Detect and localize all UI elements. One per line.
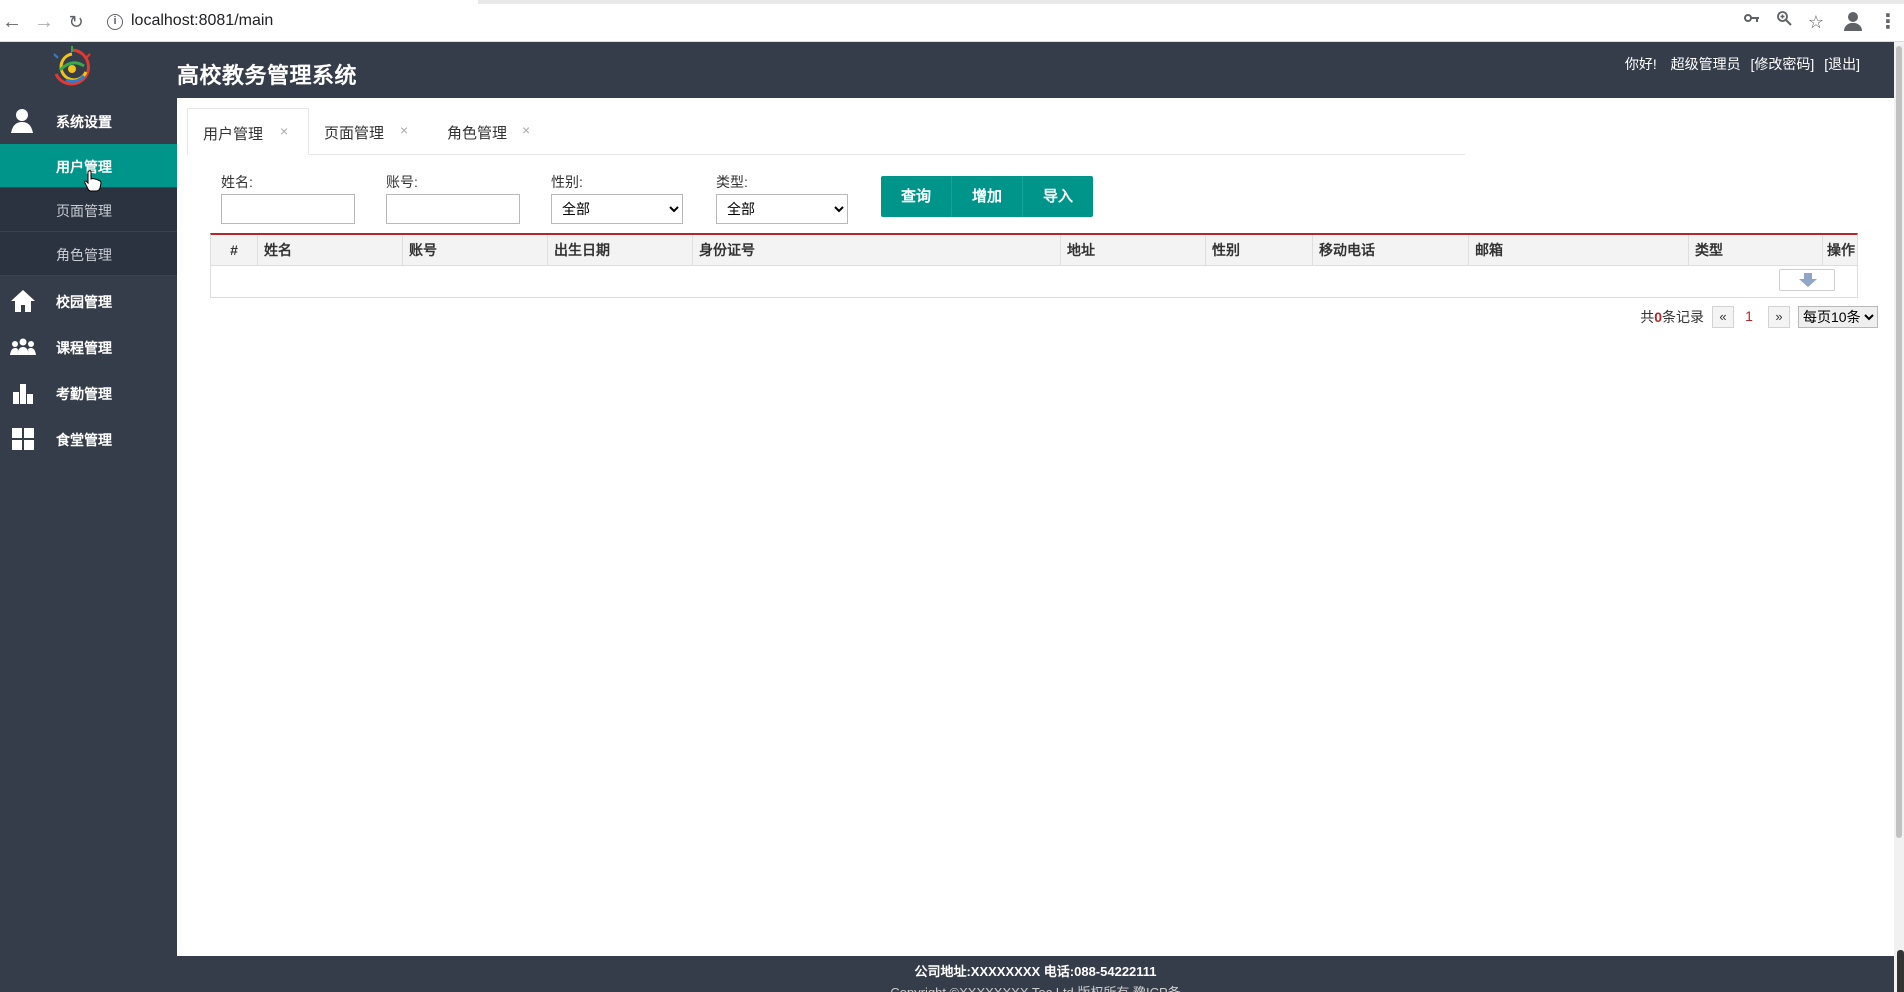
sidebar-group-label: 食堂管理 xyxy=(56,432,112,448)
query-button[interactable]: 查询 xyxy=(881,176,952,217)
pagination: 共0条记录 « 1 » 每页10条 xyxy=(1640,305,1878,329)
sidebar-group-label: 校园管理 xyxy=(56,294,112,310)
sidebar-group-system-settings[interactable]: 系统设置 xyxy=(0,98,177,144)
type-filter: 类型: 全部 xyxy=(716,172,848,224)
prev-page-button[interactable]: « xyxy=(1712,306,1734,328)
column-header-gender: 性别 xyxy=(1205,235,1312,266)
tab-page-management[interactable]: 页面管理 × xyxy=(309,108,429,155)
tab-label: 角色管理 xyxy=(447,125,508,142)
table-header: # 姓名 账号 出生日期 身份证号 地址 性别 移动电话 邮箱 类型 操作 xyxy=(211,235,1857,266)
greeting-text: 你好! xyxy=(1624,56,1657,72)
column-header-birthdate: 出生日期 xyxy=(547,235,692,266)
type-label: 类型: xyxy=(716,174,748,190)
column-header-index: # xyxy=(230,242,238,258)
user-icon xyxy=(10,108,36,134)
site-info-icon[interactable]: i xyxy=(107,14,123,30)
sidebar-group-label: 课程管理 xyxy=(56,340,112,356)
close-icon[interactable]: × xyxy=(522,122,530,138)
current-user: 超级管理员 xyxy=(1670,56,1741,72)
action-buttons: 查询 增加 导入 xyxy=(881,176,1093,217)
sidebar: 系统设置 用户管理 页面管理 角色管理 校园管理 课程管理 考勤管理 食堂管理 xyxy=(0,98,177,992)
browser-tab-strip xyxy=(0,0,1904,4)
down-arrow-icon xyxy=(1799,273,1817,287)
column-header-name: 姓名 xyxy=(257,235,402,266)
close-icon[interactable]: × xyxy=(400,122,408,138)
account-label: 账号: xyxy=(386,174,418,190)
tab-bar: 用户管理 × 页面管理 × 角色管理 × xyxy=(187,108,1465,155)
key-icon[interactable] xyxy=(1740,10,1764,34)
footer: 公司地址:XXXXXXXX 电话:088-54222111 Copyright … xyxy=(177,956,1894,992)
gender-select[interactable]: 全部 xyxy=(551,194,683,224)
record-count-suffix: 条记录 xyxy=(1662,309,1704,325)
user-table: # 姓名 账号 出生日期 身份证号 地址 性别 移动电话 邮箱 类型 操作 xyxy=(210,233,1858,298)
sidebar-item-role-management[interactable]: 角色管理 xyxy=(0,232,177,276)
hand-cursor-icon xyxy=(84,170,102,192)
page-number-1[interactable]: 1 xyxy=(1738,306,1760,328)
tab-label: 页面管理 xyxy=(324,125,385,142)
forward-arrow-icon[interactable]: → xyxy=(32,10,56,34)
address-bar[interactable]: localhost:8081/main xyxy=(131,12,273,30)
footer-copyright: Copyright ©XXXXXXXX Tec Ltd 版权所有 豫ICP备 xyxy=(177,982,1894,992)
change-password-link[interactable]: [修改密码] xyxy=(1751,56,1815,72)
user-bar: 你好! 超级管理员 [修改密码] [退出] xyxy=(1615,54,1860,74)
column-header-mobile: 移动电话 xyxy=(1312,235,1468,266)
column-header-address: 地址 xyxy=(1060,235,1205,266)
sidebar-group-campus[interactable]: 校园管理 xyxy=(0,278,177,324)
logo xyxy=(46,44,98,94)
app-header: 高校教务管理系统 你好! 超级管理员 [修改密码] [退出] xyxy=(0,42,1894,98)
record-count-value: 0 xyxy=(1654,309,1662,325)
close-icon[interactable]: × xyxy=(280,123,288,139)
name-label: 姓名: xyxy=(221,174,253,190)
sidebar-group-canteen[interactable]: 食堂管理 xyxy=(0,416,177,462)
main-content: 用户管理 × 页面管理 × 角色管理 × 姓名: 账号: 性别: 全部 类型: … xyxy=(177,98,1894,956)
zoom-icon[interactable] xyxy=(1772,10,1796,34)
bar-chart-icon xyxy=(10,380,36,406)
name-input[interactable] xyxy=(221,194,355,224)
column-header-type: 类型 xyxy=(1688,235,1822,266)
sidebar-group-attendance[interactable]: 考勤管理 xyxy=(0,370,177,416)
reload-icon[interactable]: ↻ xyxy=(64,10,88,34)
browser-active-tab[interactable] xyxy=(0,0,478,4)
type-select[interactable]: 全部 xyxy=(716,194,848,224)
page-size-select[interactable]: 每页10条 xyxy=(1798,306,1878,328)
column-header-account: 账号 xyxy=(402,235,547,266)
sidebar-item-page-management[interactable]: 页面管理 xyxy=(0,188,177,232)
sidebar-group-label: 考勤管理 xyxy=(56,386,112,402)
logout-link[interactable]: [退出] xyxy=(1824,56,1860,72)
name-filter: 姓名: xyxy=(221,172,355,224)
app-title: 高校教务管理系统 xyxy=(177,63,358,88)
sidebar-item-label: 角色管理 xyxy=(56,247,112,263)
page-scrollbar[interactable] xyxy=(1894,42,1904,992)
profile-icon[interactable] xyxy=(1843,10,1867,34)
browser-toolbar: ← → ↻ i localhost:8081/main ☆ ⋮ xyxy=(0,0,1904,42)
sidebar-group-course[interactable]: 课程管理 xyxy=(0,324,177,370)
back-arrow-icon[interactable]: ← xyxy=(0,10,24,34)
column-header-id-number: 身份证号 xyxy=(692,235,1060,266)
column-header-actions: 操作 xyxy=(1822,235,1857,266)
home-icon xyxy=(10,288,36,314)
tab-role-management[interactable]: 角色管理 × xyxy=(432,108,552,155)
next-page-button[interactable]: » xyxy=(1768,306,1790,328)
group-icon xyxy=(10,334,36,360)
record-count: 共0条记录 xyxy=(1640,307,1704,327)
sidebar-item-label: 页面管理 xyxy=(56,203,112,219)
account-input[interactable] xyxy=(386,194,520,224)
bookmark-star-icon[interactable]: ☆ xyxy=(1804,10,1828,34)
grid-icon xyxy=(10,426,36,452)
add-button[interactable]: 增加 xyxy=(952,176,1023,217)
account-filter: 账号: xyxy=(386,172,520,224)
gender-filter: 性别: 全部 xyxy=(551,172,683,224)
tab-user-management[interactable]: 用户管理 × xyxy=(187,108,309,155)
scrollbar-handle[interactable] xyxy=(1897,950,1904,992)
scrollbar-thumb[interactable] xyxy=(1896,46,1902,838)
load-more-button[interactable] xyxy=(1779,269,1835,291)
import-button[interactable]: 导入 xyxy=(1023,176,1093,217)
footer-address: 公司地址:XXXXXXXX 电话:088-54222111 xyxy=(914,964,1157,979)
tab-label: 用户管理 xyxy=(203,126,264,143)
sidebar-group-label: 系统设置 xyxy=(56,114,112,130)
record-count-prefix: 共 xyxy=(1640,309,1655,325)
column-header-email: 邮箱 xyxy=(1468,235,1688,266)
browser-menu-icon[interactable]: ⋮ xyxy=(1876,10,1900,34)
gender-label: 性别: xyxy=(551,174,583,190)
